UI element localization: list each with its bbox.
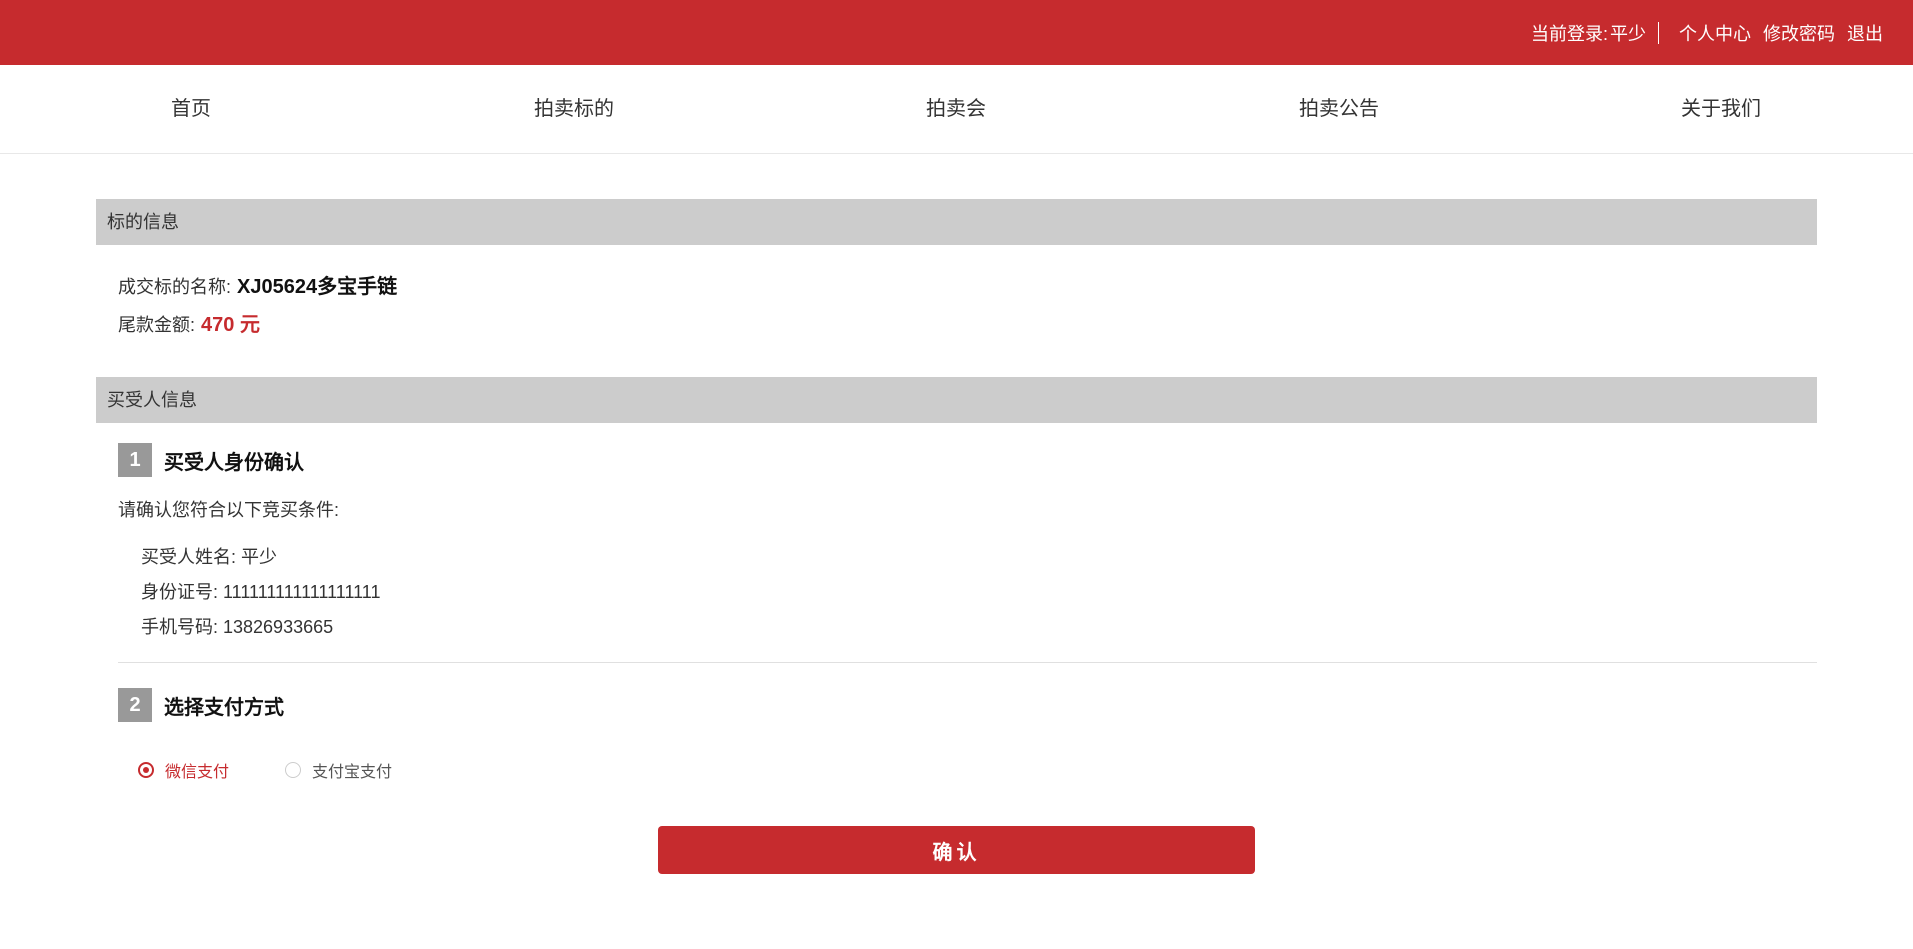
buyer-info-header: 买受人信息 <box>96 377 1817 423</box>
confirm-button[interactable]: 确认 <box>658 826 1255 874</box>
lot-name-label: 成交标的名称: <box>118 277 232 297</box>
nav-item-home[interactable]: 首页 <box>171 65 211 154</box>
main-nav: 首页 拍卖标的 拍卖会 拍卖公告 关于我们 <box>0 65 1913 154</box>
nav-item-about-us[interactable]: 关于我们 <box>1681 65 1761 154</box>
current-login-label: 当前登录: <box>1530 23 1608 44</box>
balance-label: 尾款金额: <box>118 315 196 335</box>
topbar-divider <box>1658 21 1659 44</box>
section-divider <box>118 662 1817 663</box>
nav-item-auction-lots[interactable]: 拍卖标的 <box>534 65 614 154</box>
step-number-badge: 1 <box>118 443 152 477</box>
profile-link[interactable]: 个人中心 <box>1679 20 1751 46</box>
step-identity-confirm: 1 买受人身份确认 <box>118 443 304 477</box>
logout-link[interactable]: 退出 <box>1847 20 1883 46</box>
user-area: 当前登录: 平少 个人中心 修改密码 退出 <box>1531 0 1883 65</box>
wechat-pay-label[interactable]: 微信支付 <box>165 758 229 782</box>
nav-item-auctions[interactable]: 拍卖会 <box>926 65 986 154</box>
alipay-option[interactable]: 支付宝支付 <box>285 758 392 782</box>
eligibility-prompt: 请确认您符合以下竞买条件: <box>118 500 339 520</box>
buyer-id-line: 身份证号: 111111111111111111 <box>141 582 381 602</box>
step-number-badge: 2 <box>118 688 152 722</box>
step-title: 选择支付方式 <box>164 696 284 719</box>
top-bar: 当前登录: 平少 个人中心 修改密码 退出 <box>0 0 1913 65</box>
alipay-label[interactable]: 支付宝支付 <box>312 758 392 782</box>
wechat-pay-option[interactable]: 微信支付 <box>138 758 229 782</box>
step-payment-method: 2 选择支付方式 <box>118 688 284 722</box>
step-title: 买受人身份确认 <box>164 451 304 474</box>
payment-method-radio-group: 微信支付 支付宝支付 <box>138 758 392 782</box>
lot-info-header: 标的信息 <box>96 199 1817 245</box>
buyer-name-line: 买受人姓名: 平少 <box>141 547 278 567</box>
current-username: 平少 <box>1610 23 1646 44</box>
lot-name-value: XJ05624多宝手链 <box>237 276 398 298</box>
radio-unchecked-icon[interactable] <box>285 762 302 778</box>
balance-row: 尾款金额: 470 元 <box>118 308 260 337</box>
nav-item-announcements[interactable]: 拍卖公告 <box>1299 65 1379 154</box>
buyer-phone-line: 手机号码: 13826933665 <box>141 617 334 637</box>
balance-value: 470 元 <box>201 314 260 336</box>
lot-name-row: 成交标的名称: XJ05624多宝手链 <box>118 270 397 299</box>
change-password-link[interactable]: 修改密码 <box>1763 20 1835 46</box>
radio-checked-icon[interactable] <box>138 762 154 778</box>
